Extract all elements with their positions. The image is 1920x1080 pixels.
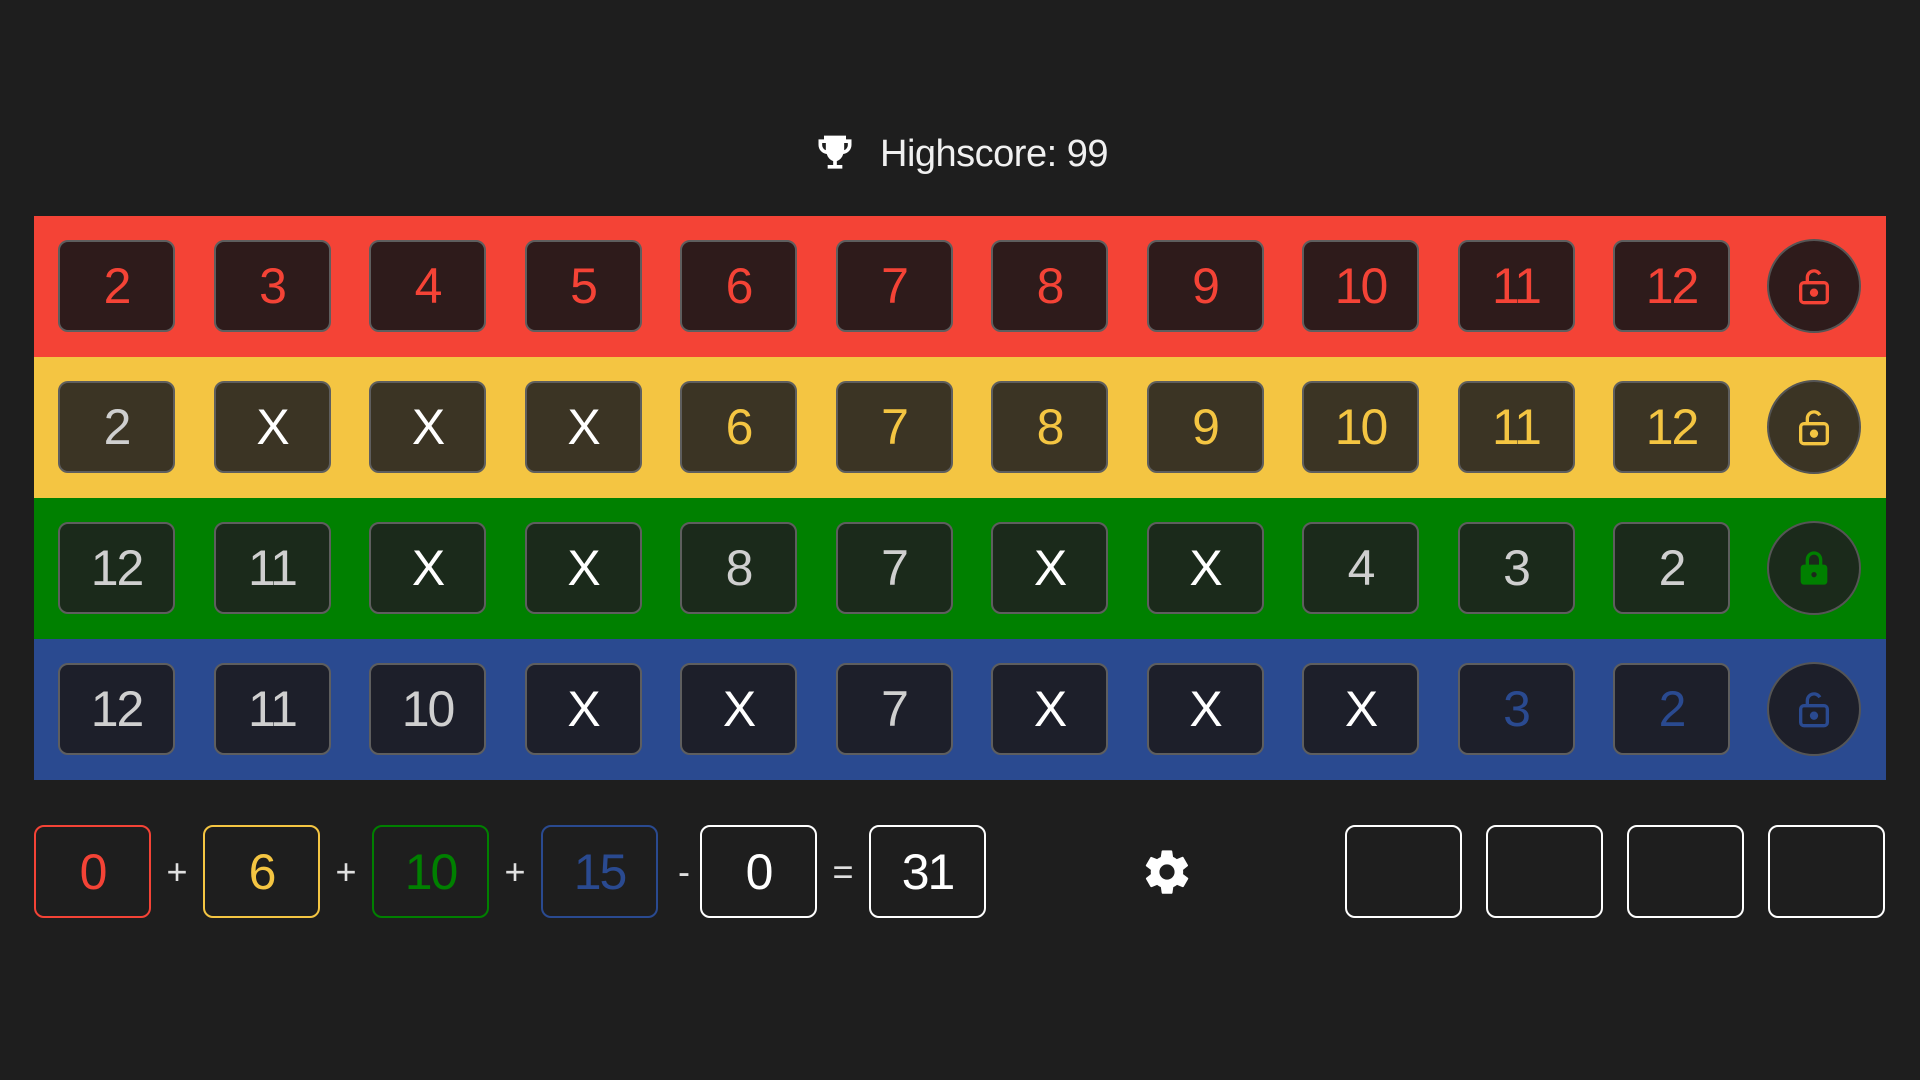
number-cell[interactable]: 2 bbox=[1613, 663, 1730, 755]
highscore-label: Highscore: 99 bbox=[880, 132, 1108, 175]
crossed-cell[interactable]: X bbox=[991, 522, 1108, 614]
number-cell[interactable]: 2 bbox=[58, 381, 175, 473]
lock-open-icon[interactable] bbox=[1767, 662, 1861, 756]
crossed-cell[interactable]: X bbox=[524, 522, 642, 614]
number-cell[interactable]: 12 bbox=[1613, 240, 1730, 332]
number-cell[interactable]: 2 bbox=[58, 240, 175, 332]
row-yellow: 2 X X X 6 7 8 9 10 11 12 bbox=[34, 357, 1886, 498]
number-cell[interactable]: 8 bbox=[991, 240, 1108, 332]
penalty-box-1[interactable] bbox=[1345, 825, 1462, 918]
number-cell[interactable]: 3 bbox=[1457, 663, 1575, 755]
score-red: 0 bbox=[34, 825, 151, 918]
trophy-icon bbox=[812, 131, 858, 177]
number-cell[interactable]: 12 bbox=[1613, 381, 1730, 473]
number-cell[interactable]: 8 bbox=[680, 522, 797, 614]
score-green: 10 bbox=[372, 825, 489, 918]
crossed-cell[interactable]: X bbox=[680, 663, 797, 755]
number-cell[interactable]: 11 bbox=[1457, 240, 1575, 332]
crossed-cell[interactable]: X bbox=[524, 663, 642, 755]
lock-open-icon[interactable] bbox=[1767, 239, 1861, 333]
number-cell[interactable]: 3 bbox=[213, 240, 331, 332]
number-cell[interactable]: 11 bbox=[213, 663, 331, 755]
number-cell[interactable]: 6 bbox=[680, 381, 797, 473]
crossed-cell[interactable]: X bbox=[1302, 663, 1419, 755]
number-cell[interactable]: 4 bbox=[1302, 522, 1419, 614]
score-yellow: 6 bbox=[203, 825, 320, 918]
number-cell[interactable]: 9 bbox=[1146, 240, 1264, 332]
number-cell[interactable]: 3 bbox=[1457, 522, 1575, 614]
operator-plus: + bbox=[504, 850, 526, 892]
number-cell[interactable]: 7 bbox=[835, 381, 953, 473]
score-bar: 0 + 6 + 10 + 15 - 0 = 31 bbox=[34, 825, 1886, 919]
crossed-cell[interactable]: X bbox=[369, 522, 486, 614]
penalty-box-4[interactable] bbox=[1768, 825, 1885, 918]
operator-plus: + bbox=[166, 850, 188, 892]
score-total: 31 bbox=[869, 825, 986, 918]
number-cell[interactable]: 10 bbox=[369, 663, 486, 755]
crossed-cell[interactable]: X bbox=[1146, 663, 1264, 755]
number-cell[interactable]: 12 bbox=[58, 522, 175, 614]
lock-open-icon[interactable] bbox=[1767, 380, 1861, 474]
row-green: 12 11 X X 8 7 X X 4 3 2 bbox=[34, 498, 1886, 639]
crossed-cell[interactable]: X bbox=[1146, 522, 1264, 614]
number-cell[interactable]: 9 bbox=[1146, 381, 1264, 473]
score-penalty: 0 bbox=[700, 825, 817, 918]
row-blue: 12 11 10 X X 7 X X X 3 2 bbox=[34, 639, 1886, 780]
crossed-cell[interactable]: X bbox=[991, 663, 1108, 755]
highscore-header: Highscore: 99 bbox=[0, 124, 1920, 184]
number-cell[interactable]: 11 bbox=[1457, 381, 1575, 473]
crossed-cell[interactable]: X bbox=[369, 381, 486, 473]
number-cell[interactable]: 10 bbox=[1302, 381, 1419, 473]
number-cell[interactable]: 7 bbox=[835, 240, 953, 332]
score-blue: 15 bbox=[541, 825, 658, 918]
penalty-box-3[interactable] bbox=[1627, 825, 1744, 918]
number-cell[interactable]: 8 bbox=[991, 381, 1108, 473]
number-cell[interactable]: 5 bbox=[524, 240, 642, 332]
number-cell[interactable]: 7 bbox=[835, 522, 953, 614]
gear-icon[interactable] bbox=[1140, 845, 1194, 899]
number-cell[interactable]: 7 bbox=[835, 663, 953, 755]
lock-closed-icon[interactable] bbox=[1767, 521, 1861, 615]
number-cell[interactable]: 10 bbox=[1302, 240, 1419, 332]
game-board: 2 3 4 5 6 7 8 9 10 11 12 2 X X X 6 7 8 9 10 11 12 12 11 X X 8 7 X X 4 3… bbox=[34, 216, 1886, 780]
penalty-box-2[interactable] bbox=[1486, 825, 1603, 918]
number-cell[interactable]: 2 bbox=[1613, 522, 1730, 614]
operator-equals: = bbox=[832, 850, 854, 892]
row-red: 2 3 4 5 6 7 8 9 10 11 12 bbox=[34, 216, 1886, 357]
number-cell[interactable]: 12 bbox=[58, 663, 175, 755]
number-cell[interactable]: 11 bbox=[213, 522, 331, 614]
crossed-cell[interactable]: X bbox=[213, 381, 331, 473]
number-cell[interactable]: 4 bbox=[369, 240, 486, 332]
number-cell[interactable]: 6 bbox=[680, 240, 797, 332]
crossed-cell[interactable]: X bbox=[524, 381, 642, 473]
operator-plus: + bbox=[335, 850, 357, 892]
